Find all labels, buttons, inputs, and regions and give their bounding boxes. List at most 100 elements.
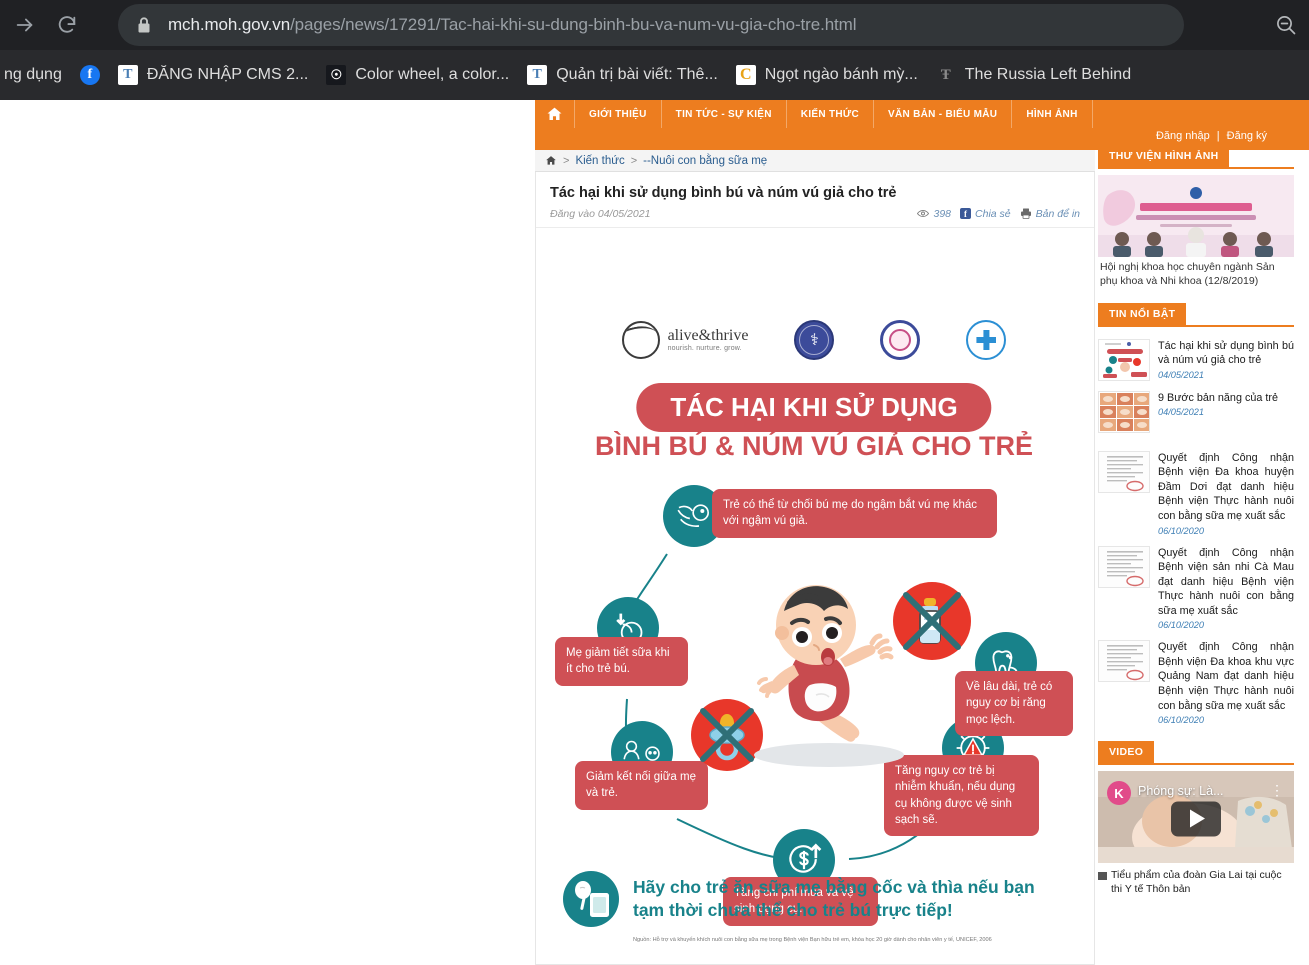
- nav-item-gioi-thieu[interactable]: GIỚI THIỆU: [575, 100, 662, 128]
- steps-grid-thumb: [1099, 391, 1149, 432]
- bookmark-apps[interactable]: ng dụng: [0, 58, 69, 92]
- featured-heading: TIN NỔI BẬT: [1098, 302, 1187, 325]
- nav-item-van-ban-bieu-mau[interactable]: VĂN BẢN - BIỂU MẪU: [874, 100, 1013, 128]
- forward-button[interactable]: [8, 8, 42, 42]
- news-date: 06/10/2020: [1158, 620, 1204, 631]
- nav-item-kien-thuc[interactable]: KIẾN THỨC: [787, 100, 875, 128]
- list-item[interactable]: Quyết định Công nhận Bệnh viện sản nhi C…: [1098, 540, 1294, 635]
- reload-button[interactable]: [50, 8, 84, 42]
- callout-refuse-breastfeeding: Trẻ có thể từ chối bú mẹ do ngậm bắt vú …: [712, 489, 997, 538]
- infographic-cta: Hãy cho trẻ ăn sữa mẹ bằng cốc và thìa n…: [563, 871, 1068, 927]
- url-host: mch.moh.gov.vn: [168, 15, 291, 34]
- bookmark-color-wheel[interactable]: ☉ Color wheel, a color...: [319, 58, 516, 92]
- video-caption[interactable]: Tiểu phẩm của đoàn Gia Lai tại cuộc thi …: [1098, 863, 1294, 896]
- document-thumb: [1099, 546, 1149, 587]
- baby-shadow: [754, 743, 904, 767]
- infographic-thumb: [1099, 339, 1149, 380]
- facebook-icon: f: [960, 208, 972, 220]
- nav-label: KIẾN THỨC: [800, 108, 860, 120]
- nav-label: GIỚI THIỆU: [589, 108, 647, 120]
- print-label: Bản để in: [1035, 207, 1080, 220]
- home-icon: [547, 107, 562, 120]
- news-title[interactable]: Tác hại khi sử dụng bình bú và núm vú gi…: [1158, 339, 1294, 368]
- news-thumbnail: [1098, 338, 1150, 381]
- nav-home-button[interactable]: [535, 100, 575, 128]
- document-thumb: [1099, 641, 1149, 682]
- gallery-caption[interactable]: Hội nghị khoa học chuyên ngành Sản phụ k…: [1098, 257, 1294, 289]
- callout-mother-baby-bond: Giảm kết nối giữa mẹ và trẻ.: [575, 761, 708, 810]
- color-wheel-icon: ☉: [326, 65, 347, 85]
- breadcrumb: > Kiến thức > --Nuôi con bằng sữa mẹ: [535, 150, 1095, 172]
- gallery-section-header: THƯ VIỆN HÌNH ẢNH: [1098, 145, 1294, 169]
- reload-icon: [58, 16, 76, 33]
- facebook-icon: f: [79, 65, 100, 85]
- play-icon[interactable]: [1171, 801, 1221, 837]
- eye-icon: [917, 210, 930, 218]
- cta-text: Hãy cho trẻ ăn sữa mẹ bằng cốc và thìa n…: [633, 877, 1035, 920]
- document-thumb: [1099, 451, 1149, 492]
- more-vertical-icon[interactable]: ⋮: [1270, 783, 1284, 797]
- main-navigation: GIỚI THIỆU TIN TỨC - SỰ KIỆN KIẾN THỨC V…: [535, 100, 1095, 128]
- print-button[interactable]: Bản để in: [1020, 208, 1080, 220]
- address-bar[interactable]: mch.moh.gov.vn/pages/news/17291/Tac-hai-…: [118, 4, 1184, 46]
- bookmark-label: Color wheel, a color...: [355, 66, 510, 83]
- cms-icon: T: [117, 65, 138, 85]
- nav-item-hinh-anh[interactable]: HÌNH ẢNH: [1012, 100, 1093, 128]
- breadcrumb-item-nuoi-con[interactable]: --Nuôi con bằng sữa mẹ: [643, 155, 767, 167]
- zoom-out-button[interactable]: [1269, 8, 1303, 42]
- list-item[interactable]: Tác hại khi sử dụng bình bú và núm vú gi…: [1098, 333, 1294, 385]
- callout-infection-risk: Tăng nguy cơ trẻ bị nhiễm khuẩn, nếu dụn…: [884, 755, 1039, 837]
- breastfeeding-baby-icon: [677, 504, 709, 527]
- news-thumbnail: [1098, 450, 1150, 493]
- video-title[interactable]: Phóng sự: Là...: [1138, 784, 1224, 798]
- nav-bar-lower-fill: [535, 128, 1095, 150]
- callout-text: Trẻ có thể từ chối bú mẹ do ngậm bắt vú …: [723, 499, 978, 528]
- bookmark-quan-tri-bai-viet[interactable]: T Quản trị bài viết: Thê...: [520, 58, 725, 92]
- bookmark-label: The Russia Left Behind: [964, 66, 1132, 83]
- bookmark-russia-left-behind[interactable]: Ŧ The Russia Left Behind: [929, 58, 1138, 92]
- page-viewport: GIỚI THIỆU TIN TỨC - SỰ KIỆN KIẾN THỨC V…: [0, 100, 1309, 965]
- infographic-image[interactable]: alive&thrive nourish. nurture. grow. ⚕ T…: [549, 299, 1079, 959]
- nav-label: TIN TỨC - SỰ KIỆN: [675, 108, 772, 120]
- bookmark-label: Quản trị bài viết: Thê...: [556, 66, 718, 83]
- list-item[interactable]: 9 Bước bản năng của trẻ 04/05/2021: [1098, 385, 1294, 437]
- list-item[interactable]: Quyết định Công nhận Bệnh viện Đa khoa h…: [1098, 445, 1294, 540]
- view-count-value: 398: [933, 207, 952, 220]
- gallery-thumbnail[interactable]: [1098, 175, 1294, 257]
- channel-avatar[interactable]: K: [1107, 781, 1131, 806]
- breadcrumb-separator: >: [630, 154, 638, 167]
- news-title[interactable]: 9 Bước bản năng của trẻ: [1158, 391, 1294, 406]
- video-player[interactable]: K Phóng sự: Là... ⋮: [1098, 771, 1294, 864]
- site-container: GIỚI THIỆU TIN TỨC - SỰ KIỆN KIẾN THỨC V…: [535, 100, 1309, 965]
- news-date: 04/05/2021: [1158, 407, 1204, 418]
- gallery-image: [1098, 175, 1294, 257]
- list-item[interactable]: Quyết định Công nhận Bệnh viện Đa khoa k…: [1098, 634, 1294, 729]
- nav-label: HÌNH ẢNH: [1026, 108, 1078, 120]
- nav-item-tin-tuc-su-kien[interactable]: TIN TỨC - SỰ KIỆN: [662, 100, 787, 128]
- featured-section-header: TIN NỔI BẬT: [1098, 302, 1294, 327]
- auth-links: Đăng nhập | Đăng ký: [1156, 130, 1267, 142]
- news-title[interactable]: Quyết định Công nhận Bệnh viện Đa khoa h…: [1158, 451, 1294, 524]
- bookmark-cms-login[interactable]: T ĐĂNG NHẬP CMS 2...: [111, 58, 316, 92]
- login-link[interactable]: Đăng nhập: [1156, 130, 1210, 142]
- crying-baby-illustration: [744, 567, 904, 767]
- article-actions: 398 f Chia sẻ Bản để in: [917, 208, 1080, 220]
- breadcrumb-item-kien-thuc[interactable]: Kiến thức: [575, 155, 624, 167]
- arrow-forward-icon: [16, 18, 33, 32]
- news-title[interactable]: Quyết định Công nhận Bệnh viện sản nhi C…: [1158, 546, 1294, 619]
- nav-bar-right-fill: [1095, 100, 1309, 150]
- video-caption-text: Tiểu phẩm của đoàn Gia Lai tại cuộc thi …: [1111, 869, 1282, 896]
- register-link[interactable]: Đăng ký: [1227, 130, 1267, 142]
- bookmark-facebook[interactable]: f: [73, 58, 107, 92]
- url-text: mch.moh.gov.vn/pages/news/17291/Tac-hai-…: [168, 15, 857, 35]
- share-button[interactable]: f Chia sẻ: [960, 208, 1011, 220]
- c-icon: C: [735, 65, 756, 85]
- bookmark-ngot-ngao-banh-my[interactable]: C Ngọt ngào bánh mỳ...: [729, 58, 925, 92]
- callout-text: Tăng nguy cơ trẻ bị nhiễm khuẩn, nếu dụn…: [895, 765, 1016, 826]
- callout-text: Về lâu dài, trẻ có nguy cơ bị răng mọc l…: [966, 681, 1053, 726]
- home-icon[interactable]: [545, 155, 557, 166]
- bookmarks-bar: ng dụng f T ĐĂNG NHẬP CMS 2... ☉ Color w…: [0, 50, 1309, 100]
- news-date: 04/05/2021: [1158, 369, 1204, 380]
- news-title[interactable]: Quyết định Công nhận Bệnh viện Đa khoa k…: [1158, 640, 1294, 713]
- infographic-source: Nguồn: Hỗ trợ và khuyến khích nuôi con b…: [633, 937, 992, 943]
